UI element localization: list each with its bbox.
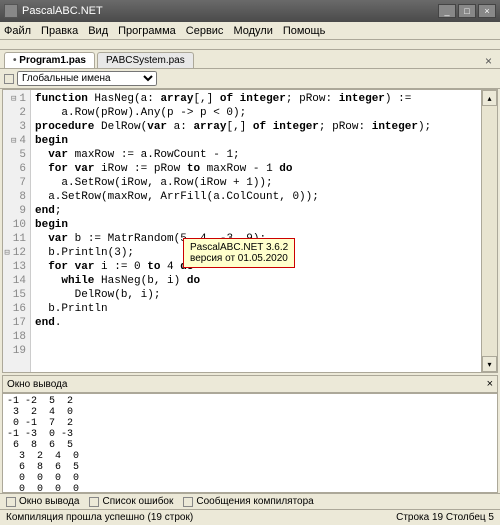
menu-program[interactable]: Программа (118, 25, 176, 37)
code-editor: ⊟1 2 3⊟4 5 6 7 8 9 10 11⊟12 13 14 15 16 … (2, 89, 498, 373)
editor-scrollbar-v[interactable]: ▴ ▾ (481, 90, 497, 372)
bottom-tab-compiler[interactable]: Сообщения компилятора (183, 496, 313, 507)
scroll-up-icon[interactable]: ▴ (482, 90, 497, 106)
bottom-tab-output[interactable]: Окно вывода (6, 496, 79, 507)
scope-combo[interactable]: Глобальные имена (17, 71, 157, 86)
bottom-tab-errors[interactable]: Список ошибок (89, 496, 173, 507)
gutter: ⊟1 2 3⊟4 5 6 7 8 9 10 11⊟12 13 14 15 16 … (3, 90, 31, 372)
tooltip-line2: версия от 01.05.2020 (190, 253, 288, 264)
menu-help[interactable]: Помощь (283, 25, 326, 37)
toolbar (0, 40, 500, 50)
output-tab-icon (6, 497, 16, 507)
window-title: PascalABC.NET (22, 5, 103, 17)
output-close-icon[interactable]: × (487, 378, 493, 390)
maximize-button[interactable]: □ (458, 4, 476, 18)
bottom-tab-label: Список ошибок (102, 496, 173, 507)
bottom-tabs: Окно вывода Список ошибок Сообщения комп… (0, 493, 500, 509)
tab-close-icon[interactable]: × (481, 54, 496, 68)
scope-combo-bar: Глобальные имена (0, 69, 500, 89)
tab-label: PABCSystem.pas (106, 55, 185, 66)
app-icon (4, 4, 18, 18)
scroll-down-icon[interactable]: ▾ (482, 356, 497, 372)
version-tooltip: PascalABC.NET 3.6.2 версия от 01.05.2020 (183, 238, 295, 268)
menubar: Файл Правка Вид Программа Сервис Модули … (0, 22, 500, 40)
menu-edit[interactable]: Правка (41, 25, 78, 37)
menu-view[interactable]: Вид (88, 25, 108, 37)
file-tabs: Program1.pas PABCSystem.pas × (0, 50, 500, 69)
tab-label: Program1.pas (19, 55, 86, 66)
code-area[interactable]: function HasNeg(a: array[,] of integer; … (31, 90, 481, 372)
titlebar: PascalABC.NET _ □ × (0, 0, 500, 22)
menu-modules[interactable]: Модули (233, 25, 272, 37)
close-button[interactable]: × (478, 4, 496, 18)
tab-program1[interactable]: Program1.pas (4, 52, 95, 68)
statusbar: Компиляция прошла успешно (19 строк) Стр… (0, 509, 500, 525)
output-panel-title: Окно вывода (7, 379, 67, 390)
bottom-tab-label: Сообщения компилятора (196, 496, 313, 507)
lightning-icon (4, 74, 14, 84)
output-panel-titlebar: Окно вывода × (2, 375, 498, 393)
tooltip-line1: PascalABC.NET 3.6.2 (190, 242, 288, 253)
menu-service[interactable]: Сервис (186, 25, 224, 37)
compiler-tab-icon (183, 497, 193, 507)
errors-tab-icon (89, 497, 99, 507)
window-controls: _ □ × (438, 4, 496, 18)
status-right: Строка 19 Столбец 5 (396, 512, 494, 523)
tab-pabcsystem[interactable]: PABCSystem.pas (97, 52, 194, 68)
status-left: Компиляция прошла успешно (19 строк) (6, 512, 193, 523)
scroll-track[interactable] (482, 106, 497, 356)
menu-file[interactable]: Файл (4, 25, 31, 37)
bottom-tab-label: Окно вывода (19, 496, 79, 507)
output-panel[interactable]: -1 -2 5 2 3 2 4 0 0 -1 7 2 -1 -3 0 -3 6 … (2, 393, 498, 493)
minimize-button[interactable]: _ (438, 4, 456, 18)
